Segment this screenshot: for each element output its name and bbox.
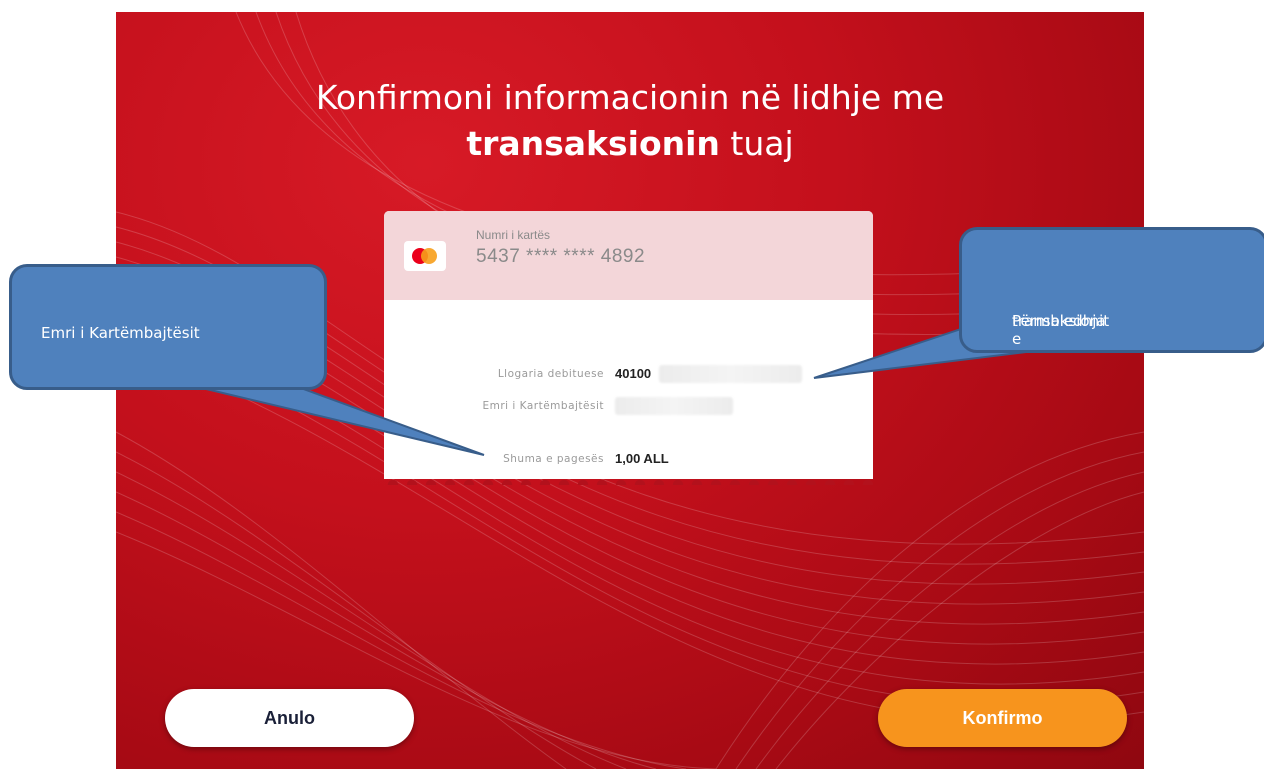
left-callout-pointer — [184, 383, 485, 456]
callout-summary-line2: transaksionit — [1012, 312, 1110, 330]
callout-transaction-summary: Përmbledhja e transaksionit — [959, 227, 1264, 353]
callout-cardholder-name: Emri i Kartëmbajtësit — [9, 264, 327, 390]
callout-cardholder-text: Emri i Kartëmbajtësit — [41, 324, 200, 342]
